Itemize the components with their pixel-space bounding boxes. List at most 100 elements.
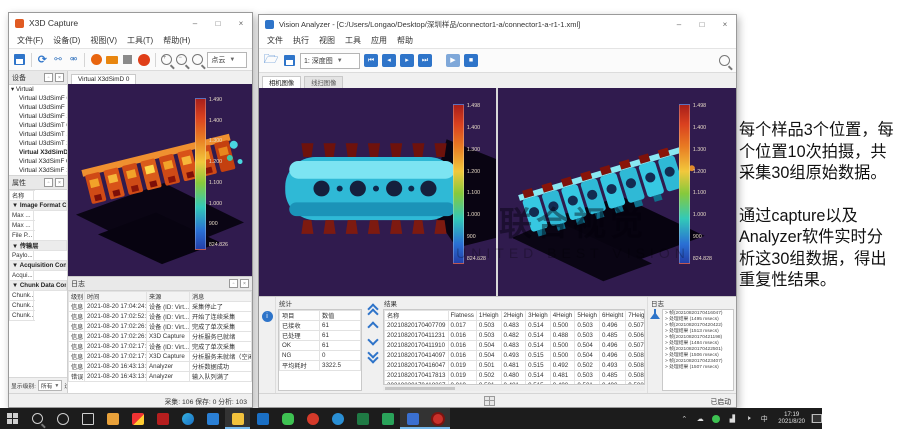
image-select[interactable]: 1: 深度图 ▼ bbox=[300, 53, 360, 69]
last-frame-button[interactable]: ⏭ bbox=[418, 54, 432, 67]
first-row-button[interactable] bbox=[369, 305, 377, 318]
table-row[interactable]: NG0 bbox=[280, 351, 361, 361]
table-row[interactable]: 信息2021-08-20 17:02:26:520设备 (ID: Virt...… bbox=[69, 322, 252, 332]
search-icon[interactable] bbox=[717, 54, 731, 68]
stop-icon[interactable] bbox=[122, 53, 134, 67]
analyzer-viewport-right[interactable]: 1.4981.4001.3001.2001.1001.000900824.828 bbox=[498, 88, 736, 296]
device-tree-item[interactable]: Virtual U3dSimF 0 bbox=[9, 94, 67, 103]
start-button[interactable] bbox=[0, 408, 25, 429]
panel-pin-icon[interactable]: ▫ bbox=[44, 178, 53, 187]
disconnect-icon[interactable]: ⚮ bbox=[68, 53, 80, 67]
device-tree-item[interactable]: Virtual U3dSimF 1 bbox=[9, 103, 67, 112]
analyzer-log-list[interactable]: > 帧(20210820170416047)> 处理结果 (1495 msecs… bbox=[662, 309, 734, 391]
taskbar-app-sogou[interactable] bbox=[125, 408, 150, 429]
taskbar-app-browser[interactable] bbox=[325, 408, 350, 429]
menu-item[interactable]: 设备(D) bbox=[48, 33, 85, 48]
table-row[interactable]: 信息2021-08-20 16:43:13:037Analyzer分析数据成功 bbox=[69, 362, 252, 372]
taskbar-app-crown[interactable] bbox=[100, 408, 125, 429]
table-row[interactable]: ▼ Acquisition Control bbox=[10, 261, 67, 271]
taskbar-app-recorder[interactable] bbox=[425, 408, 450, 429]
table-row[interactable]: 202108201704182670.0190.5010.4810.5150.4… bbox=[385, 381, 646, 386]
device-tree-item[interactable]: Virtual U3dSimT 2 bbox=[9, 139, 67, 148]
prev-frame-button[interactable]: ◂ bbox=[382, 54, 396, 67]
panel-pin-icon[interactable]: ▫ bbox=[44, 73, 53, 82]
save-icon[interactable] bbox=[282, 54, 296, 68]
results-hscrollbar[interactable] bbox=[383, 386, 645, 391]
first-frame-button[interactable]: ⏮ bbox=[364, 54, 378, 67]
level-select[interactable]: 所有 ▼ bbox=[38, 380, 63, 391]
next-frame-button[interactable]: ▸ bbox=[400, 54, 414, 67]
table-row[interactable]: 平均耗时3322.5 bbox=[280, 361, 361, 371]
info-icon[interactable]: i bbox=[262, 311, 273, 322]
table-row[interactable]: Max ...4000 bbox=[10, 211, 67, 221]
panel-pin-icon[interactable]: ▫ bbox=[229, 279, 238, 288]
table-row[interactable]: Chunk...0.00 bbox=[10, 301, 67, 311]
zoom-in-icon[interactable]: + bbox=[160, 53, 172, 67]
table-row[interactable]: 202108201704160470.0190.5010.4810.5150.4… bbox=[385, 361, 646, 371]
tray-cloud-icon[interactable]: ☁ bbox=[692, 415, 708, 423]
table-row[interactable]: 信息2021-08-20 17:02:17:027X3D Capture分析服务… bbox=[69, 352, 252, 362]
menu-item[interactable]: 执行 bbox=[288, 33, 314, 48]
table-row[interactable]: 202108201704178130.0190.5020.4800.5140.4… bbox=[385, 371, 646, 381]
menu-item[interactable]: 工具 bbox=[340, 33, 366, 48]
device-tree-item[interactable]: Virtual U3dSimF 2 bbox=[9, 112, 67, 121]
device-tree-item[interactable]: Virtual U3dSimT 0 bbox=[9, 121, 67, 130]
table-row[interactable]: 错误2021-08-20 16:43:13:036Analyzer输入队列满了 bbox=[69, 372, 252, 382]
tray-chevron-up-icon[interactable]: ⌃ bbox=[676, 415, 692, 423]
taskbar-app-mail[interactable] bbox=[200, 408, 225, 429]
capture-viewport[interactable]: 1.4901.4001.3001.2001.1001.000900824.826 bbox=[68, 84, 252, 276]
refresh-icon[interactable]: ⟳ bbox=[36, 53, 48, 67]
taskbar-app-outlook[interactable] bbox=[250, 408, 275, 429]
tray-ime-indicator[interactable]: 中 bbox=[756, 414, 772, 424]
view-mode-select[interactable]: 点云 ▼ bbox=[207, 52, 247, 68]
panel-close-icon[interactable]: × bbox=[55, 73, 64, 82]
viewport-tab[interactable]: Virtual X3dSimD 0 bbox=[71, 74, 136, 84]
menu-item[interactable]: 工具(T) bbox=[122, 33, 158, 48]
device-tree-item[interactable]: Virtual X3dSimF 0 bbox=[9, 157, 67, 166]
maximize-button[interactable]: □ bbox=[693, 17, 711, 32]
taskbar-app-green[interactable] bbox=[375, 408, 400, 429]
menu-item[interactable]: 帮助 bbox=[392, 33, 418, 48]
menu-item[interactable]: 视图 bbox=[314, 33, 340, 48]
table-row[interactable]: 202108201704077090.0170.5030.4830.5140.5… bbox=[385, 321, 646, 331]
table-row[interactable]: 信息2021-08-20 17:02:26:264X3D Capture分析服务… bbox=[69, 332, 252, 342]
last-row-button[interactable] bbox=[369, 349, 377, 362]
table-row[interactable]: Chunk...CoordinateC bbox=[10, 291, 67, 301]
zoom-out-icon[interactable]: − bbox=[176, 53, 188, 67]
tray-network-icon[interactable]: ▟ bbox=[724, 415, 740, 423]
panel-close-icon[interactable]: × bbox=[55, 178, 64, 187]
taskbar-clock[interactable]: 17:19 2021/8/20 bbox=[772, 412, 811, 426]
panel-close-icon[interactable]: × bbox=[240, 279, 249, 288]
table-row[interactable]: 202108201704112310.0160.5030.4820.5140.4… bbox=[385, 331, 646, 341]
record-video-icon[interactable] bbox=[106, 53, 118, 67]
connect-icon[interactable]: ⚯ bbox=[52, 53, 64, 67]
menu-item[interactable]: 文件 bbox=[262, 33, 288, 48]
device-tree-item[interactable]: ▾ Virtual bbox=[9, 85, 67, 94]
menu-item[interactable]: 视图(V) bbox=[85, 33, 122, 48]
open-file-icon[interactable]: 🗁 bbox=[264, 54, 278, 68]
table-row[interactable]: 信息2021-08-20 17:04:24:594设备 (ID: Virt...… bbox=[69, 302, 252, 312]
device-tree[interactable]: ▾ VirtualVirtual U3dSimF 0Virtual U3dSim… bbox=[9, 85, 67, 176]
table-row[interactable]: 202108201704140970.0160.5040.4930.5150.5… bbox=[385, 351, 646, 361]
analyzer-viewport-left[interactable]: 1.4981.4001.3001.2001.1001.000900824.828 bbox=[259, 88, 496, 296]
zoom-reset-icon[interactable] bbox=[192, 53, 204, 67]
task-view-icon[interactable] bbox=[75, 408, 100, 429]
stop-button[interactable]: ■ bbox=[464, 54, 478, 67]
image-tab[interactable]: 线扫图像 bbox=[304, 76, 343, 88]
device-tree-item[interactable]: Virtual U3dSimT 1 bbox=[9, 130, 67, 139]
table-row[interactable]: 已接收61 bbox=[280, 321, 361, 331]
table-row[interactable]: ▼ Image Format Control bbox=[10, 201, 67, 211]
menu-item[interactable]: 帮助(H) bbox=[158, 33, 195, 48]
table-row[interactable]: 已处理61 bbox=[280, 331, 361, 341]
snapshot-icon[interactable] bbox=[90, 53, 102, 67]
analyzer-titlebar[interactable]: Vision Analyzer - [C:/Users/Longao/Deskt… bbox=[259, 15, 736, 33]
clear-log-icon[interactable] bbox=[650, 309, 660, 319]
table-row[interactable]: Paylo...256000048 bbox=[10, 251, 67, 261]
device-tree-item[interactable]: Virtual X3dSimD 0 bbox=[9, 148, 67, 157]
view-layout-icon[interactable] bbox=[484, 396, 495, 406]
next-row-button[interactable] bbox=[367, 334, 378, 345]
tray-wechat-icon[interactable] bbox=[708, 415, 724, 423]
search-icon[interactable] bbox=[25, 408, 50, 429]
minimize-button[interactable]: – bbox=[186, 16, 204, 31]
taskbar-app-filezilla[interactable] bbox=[150, 408, 175, 429]
